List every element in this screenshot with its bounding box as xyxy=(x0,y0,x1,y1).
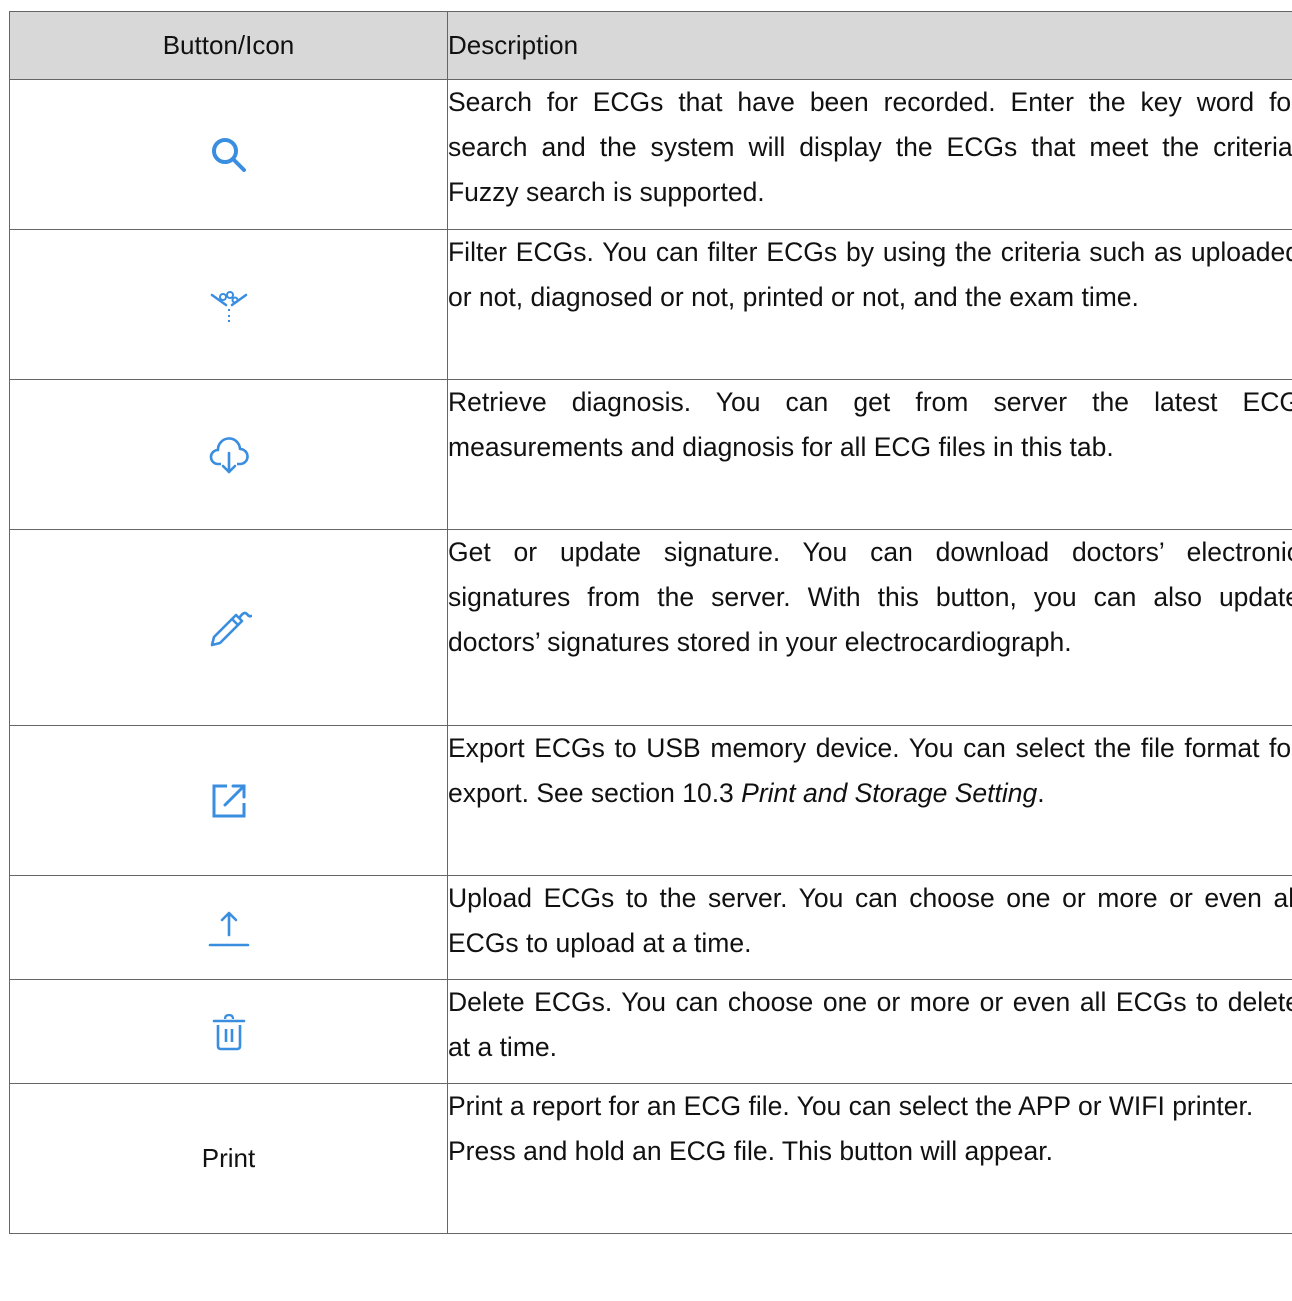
column-header-button-icon: Button/Icon xyxy=(9,11,448,80)
search-icon xyxy=(210,136,248,174)
upload-icon xyxy=(208,907,250,949)
row-description: Filter ECGs. You can filter ECGs by usin… xyxy=(447,229,1292,380)
export-icon xyxy=(210,782,248,820)
trash-icon xyxy=(212,1013,246,1051)
table-row-export: Export ECGs to USB memory device. You ca… xyxy=(9,725,1292,876)
description-line: Press and hold an ECG file. This button … xyxy=(448,1136,1053,1166)
signature-pen-icon xyxy=(206,605,252,651)
section-reference: Print and Storage Setting xyxy=(741,778,1038,808)
cloud-sync-icon xyxy=(209,435,249,475)
table-row-upload: Upload ECGs to the server. You can choos… xyxy=(9,875,1292,980)
row-description: Search for ECGs that have been recorded.… xyxy=(447,79,1292,230)
table-row-retrieve: Retrieve diagnosis. You can get from ser… xyxy=(9,379,1292,530)
table-row-signature: Get or update signature. You can downloa… xyxy=(9,529,1292,726)
row-description: Retrieve diagnosis. You can get from ser… xyxy=(447,379,1292,530)
print-button-label: Print xyxy=(201,1143,256,1173)
row-description: Export ECGs to USB memory device. You ca… xyxy=(447,725,1292,876)
table-row-print: Print Print a report for an ECG file. Yo… xyxy=(9,1083,1292,1234)
description-text-end: . xyxy=(1037,778,1045,808)
row-description: Get or update signature. You can downloa… xyxy=(447,529,1292,726)
table-row-search: Search for ECGs that have been recorded.… xyxy=(9,79,1292,230)
column-header-description: Description xyxy=(447,11,1292,80)
table-row-delete: Delete ECGs. You can choose one or more … xyxy=(9,979,1292,1084)
row-description: Delete ECGs. You can choose one or more … xyxy=(447,979,1292,1084)
table-row-filter: Filter ECGs. You can filter ECGs by usin… xyxy=(9,229,1292,380)
button-icon-table: Button/Icon Description Search for ECGs … xyxy=(9,11,1292,1234)
row-description: Upload ECGs to the server. You can choos… xyxy=(447,875,1292,980)
table-header-row: Button/Icon Description xyxy=(9,11,1292,80)
row-description: Print a report for an ECG file. You can … xyxy=(447,1083,1292,1234)
description-line: Print a report for an ECG file. You can … xyxy=(448,1091,1254,1121)
filter-icon xyxy=(209,285,249,325)
